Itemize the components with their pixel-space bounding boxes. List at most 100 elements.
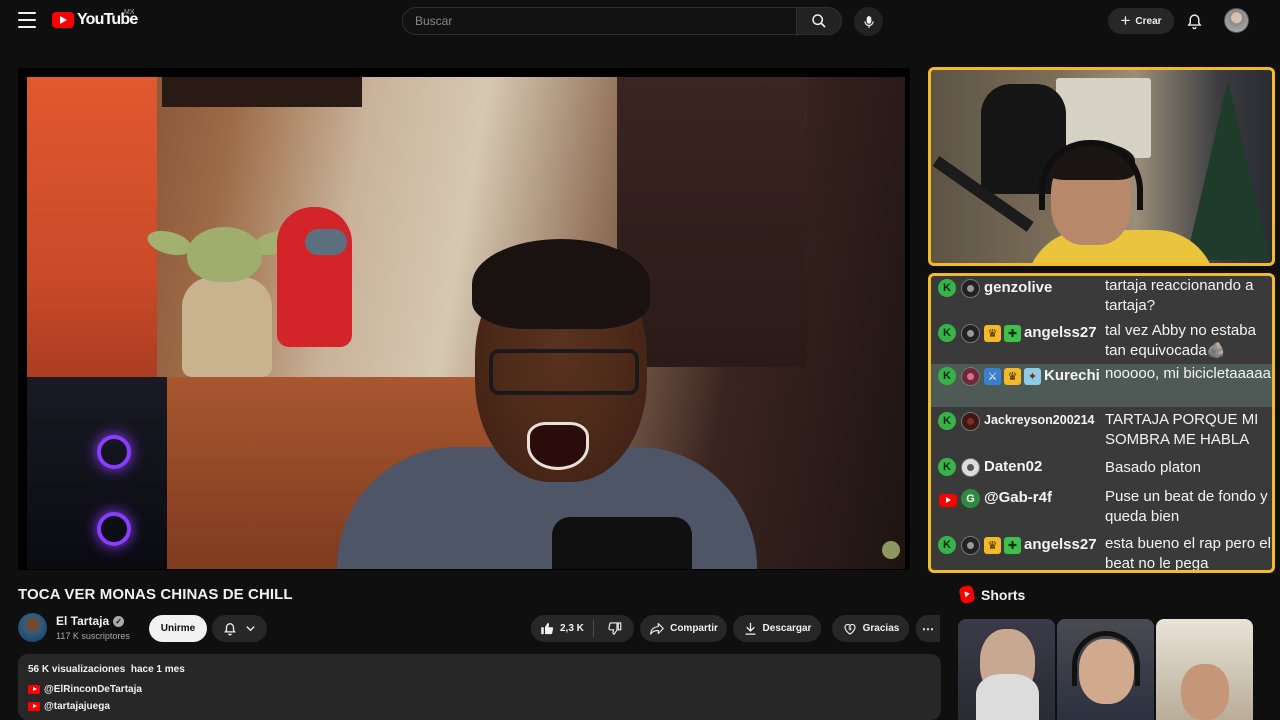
- chat-username: angelss27: [1024, 536, 1097, 553]
- wardrobe: [617, 77, 807, 367]
- video-frame[interactable]: [27, 77, 905, 569]
- channel-watermark-icon[interactable]: [882, 541, 900, 559]
- glasses: [489, 349, 639, 395]
- short-thumb-headset: [1072, 631, 1140, 686]
- plus-icon: +: [1120, 10, 1131, 30]
- gift-icon: ✦: [1024, 368, 1041, 385]
- channel-name[interactable]: El Tartaja ✓: [56, 614, 125, 628]
- sword-icon: ⚔: [984, 368, 1001, 385]
- user-avatar: [961, 324, 980, 343]
- channel-link[interactable]: @tartajajuega: [28, 701, 110, 712]
- dislike-button[interactable]: [594, 615, 634, 642]
- youtube-icon: [28, 685, 40, 694]
- youtube-icon: [28, 702, 40, 711]
- user-avatar: [961, 367, 980, 386]
- pc-case: [27, 377, 167, 569]
- more-actions-button[interactable]: ⋯: [916, 615, 940, 642]
- wall-frame: [162, 77, 362, 107]
- chat-text: nooooo, mi bicicletaaaaa: [1105, 365, 1271, 382]
- short-card[interactable]: [958, 619, 1055, 720]
- chat-text: Basado platon: [1105, 459, 1201, 476]
- notifications-button[interactable]: [1184, 10, 1204, 32]
- like-count: 2,3 K: [560, 623, 584, 634]
- share-button[interactable]: Compartir: [640, 615, 727, 642]
- chat-message: K ♛ ✚ angelss27 tal vez Abby no estaba t…: [931, 321, 1272, 364]
- microphone-icon: [863, 15, 874, 28]
- voice-search-button[interactable]: [854, 7, 883, 36]
- microphone: [552, 517, 692, 569]
- top-bar: YouTube MX + Crear: [0, 0, 1280, 42]
- chat-message: K genzolive tartaja reaccionando a tarta…: [931, 276, 1272, 321]
- chevron-down-icon: [246, 626, 255, 632]
- channel-avatar[interactable]: [18, 613, 47, 642]
- shorts-icon: [958, 584, 976, 605]
- thanks-button[interactable]: $ Gracias: [832, 615, 909, 642]
- chat-username: Jackreyson200214: [984, 413, 1095, 427]
- among-us-plush: [277, 207, 352, 347]
- shorts-heading: Shorts: [981, 586, 1026, 603]
- channel-link[interactable]: @ElRinconDeTartaja: [28, 684, 142, 695]
- menu-icon[interactable]: [18, 12, 36, 28]
- account-avatar[interactable]: [1224, 8, 1249, 33]
- user-avatar: [961, 536, 980, 555]
- search-button[interactable]: [796, 7, 842, 35]
- download-icon: [745, 622, 756, 635]
- youtube-icon: [938, 491, 958, 509]
- chat-message: K ♛ ✚ angelss27 esta bueno el rap pero e…: [931, 531, 1272, 572]
- chat-message: K ⚔ ♛ ✦ Kurechi nooooo, mi bicicletaaaaa: [931, 364, 1272, 407]
- verified-icon: ✓: [113, 615, 125, 627]
- thumbs-up-icon: [541, 622, 554, 635]
- webcam-feed: [928, 67, 1275, 266]
- share-label: Compartir: [670, 623, 718, 634]
- chat-message: G @Gab-r4f Puse un beat de fondo y queda…: [931, 484, 1272, 532]
- like-button[interactable]: 2,3 K: [531, 615, 593, 642]
- kick-icon: K: [938, 412, 956, 430]
- heart-dollar-icon: $: [844, 623, 856, 635]
- crown-icon: ♛: [984, 325, 1001, 342]
- chat-message: K Daten02 Basado platon: [931, 453, 1272, 482]
- search-bar: [402, 7, 842, 35]
- share-icon: [650, 622, 664, 635]
- kick-icon: K: [938, 367, 956, 385]
- kick-icon: K: [938, 324, 956, 342]
- chat-username: Kurechi: [1044, 367, 1100, 384]
- thumbs-down-icon: [607, 622, 621, 635]
- view-count: 56 K visualizaciones: [28, 664, 126, 675]
- user-avatar: [961, 279, 980, 298]
- create-button[interactable]: + Crear: [1108, 8, 1174, 34]
- crown-icon: ♛: [984, 537, 1001, 554]
- chat-text: TARTAJA PORQUE MI SOMBRA ME HABLA: [1105, 411, 1259, 448]
- join-button[interactable]: Unirme: [149, 615, 207, 642]
- view-meta: 56 K visualizaciones hace 1 mes: [28, 664, 185, 675]
- chat-username: angelss27: [1024, 324, 1097, 341]
- short-card[interactable]: [1057, 619, 1154, 720]
- upload-age: hace 1 mes: [130, 664, 185, 675]
- more-icon: ⋯: [922, 621, 934, 636]
- thanks-label: Gracias: [862, 623, 900, 634]
- description-box[interactable]: 56 K visualizaciones hace 1 mes @ElRinco…: [18, 654, 941, 720]
- kick-icon: K: [938, 279, 956, 297]
- channel-link-text: @ElRinconDeTartaja: [44, 684, 142, 695]
- video-player[interactable]: [18, 68, 910, 570]
- short-thumb-face: [1181, 664, 1229, 720]
- kick-icon: K: [938, 536, 956, 554]
- user-avatar: [961, 412, 980, 431]
- short-card[interactable]: [1156, 619, 1253, 720]
- like-dislike-bar: 2,3 K: [531, 615, 634, 642]
- channel-name-text: El Tartaja: [56, 614, 110, 628]
- create-label: Crear: [1135, 15, 1162, 27]
- chat-text: tal vez Abby no estaba tan equivocada🪨: [1105, 322, 1256, 359]
- download-button[interactable]: Descargar: [733, 615, 821, 642]
- subscription-bell-button[interactable]: [212, 615, 267, 642]
- chat-text: esta bueno el rap pero el beat no le peg…: [1105, 535, 1271, 572]
- mouth: [527, 422, 589, 470]
- channel-link-text: @tartajajuega: [44, 701, 110, 712]
- person-hair: [472, 239, 650, 329]
- chat-message: K Jackreyson200214 TARTAJA PORQUE MI SOM…: [931, 407, 1272, 453]
- youtube-play-icon: [52, 12, 74, 28]
- search-input[interactable]: [402, 7, 796, 35]
- kick-icon: K: [938, 458, 956, 476]
- crown-icon: ♛: [1004, 368, 1021, 385]
- short-thumb-beard: [976, 674, 1039, 720]
- bell-icon: [224, 622, 236, 635]
